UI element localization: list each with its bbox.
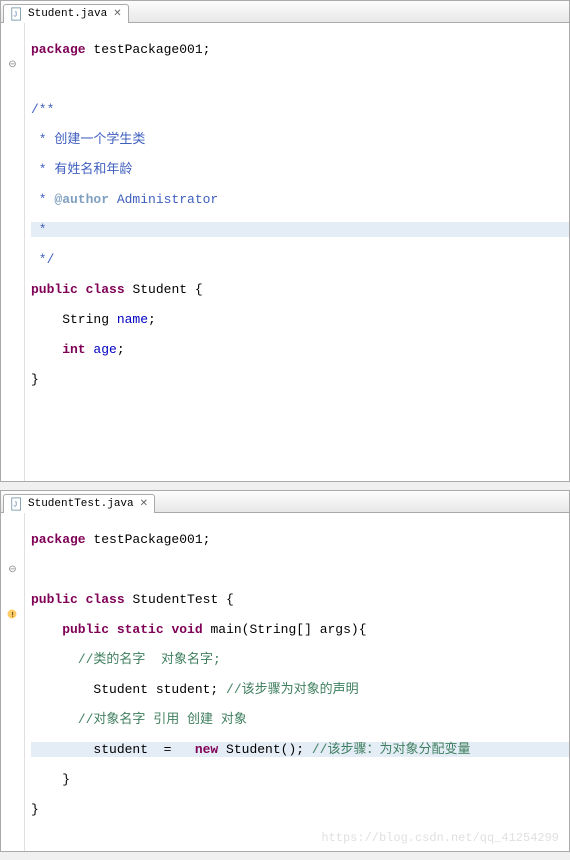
- close-icon[interactable]: ✕: [113, 8, 121, 20]
- keyword: static: [117, 622, 164, 637]
- comment: //对象名字 引用 创建 对象: [78, 712, 247, 727]
- keyword: public: [31, 592, 78, 607]
- text: Student {: [125, 282, 203, 297]
- keyword: void: [171, 622, 202, 637]
- fold-toggle-icon[interactable]: ⊖: [8, 564, 16, 576]
- keyword: package: [31, 532, 86, 547]
- javadoc: *: [31, 132, 54, 147]
- javadoc: */: [31, 252, 54, 267]
- editor-pane-student: J Student.java ✕ ⊖ package testPackage00…: [0, 0, 570, 482]
- field: name: [117, 312, 148, 327]
- comment: //该步骤：为对象分配变量: [312, 742, 471, 757]
- text: ;: [148, 312, 156, 327]
- text: ;: [117, 342, 125, 357]
- comment: //类的名字 对象名字;: [78, 652, 221, 667]
- keyword: new: [195, 742, 218, 757]
- keyword: package: [31, 42, 86, 57]
- keyword: class: [86, 282, 125, 297]
- tab-student-java[interactable]: J Student.java ✕: [3, 4, 129, 23]
- text: main(String[] args){: [203, 622, 367, 637]
- javadoc-tag: @author: [54, 192, 109, 207]
- javadoc: *: [31, 222, 47, 237]
- javadoc: Administrator: [109, 192, 218, 207]
- javadoc: *: [31, 162, 54, 177]
- gutter: ⊖: [1, 23, 25, 481]
- text: testPackage001;: [86, 42, 211, 57]
- text: student =: [31, 742, 195, 757]
- tab-studenttest-java[interactable]: J StudentTest.java ✕: [3, 494, 155, 513]
- tab-title: Student.java: [28, 8, 107, 20]
- text: }: [31, 372, 569, 387]
- warning-icon[interactable]: !: [6, 608, 20, 622]
- javadoc: /**: [31, 102, 54, 117]
- keyword: public: [31, 282, 78, 297]
- tab-bar: J StudentTest.java ✕: [1, 491, 569, 513]
- java-file-icon: J: [10, 7, 24, 21]
- javadoc: *: [31, 192, 54, 207]
- text: Student();: [218, 742, 312, 757]
- text: String: [31, 312, 117, 327]
- keyword: class: [86, 592, 125, 607]
- comment: //该步骤为对象的声明: [226, 682, 359, 697]
- close-icon[interactable]: ✕: [140, 498, 148, 510]
- code-area[interactable]: package testPackage001; /** * 创建一个学生类 * …: [25, 23, 569, 481]
- blank-line: [31, 562, 569, 577]
- code-area[interactable]: package testPackage001; public class Stu…: [25, 513, 569, 851]
- svg-text:J: J: [14, 502, 18, 509]
- javadoc: 创建一个学生类: [54, 132, 145, 147]
- tab-bar: J Student.java ✕: [1, 1, 569, 23]
- code-editor-1[interactable]: ⊖ package testPackage001; /** * 创建一个学生类 …: [1, 23, 569, 481]
- fold-toggle-icon[interactable]: ⊖: [8, 59, 16, 71]
- javadoc: 有姓名和年龄: [54, 162, 132, 177]
- gutter: ⊖ !: [1, 513, 25, 851]
- editor-pane-studenttest: J StudentTest.java ✕ ⊖ ! package testPac…: [0, 490, 570, 852]
- text: Student student;: [31, 682, 226, 697]
- text: StudentTest {: [125, 592, 234, 607]
- tab-title: StudentTest.java: [28, 498, 134, 510]
- code-editor-2[interactable]: ⊖ ! package testPackage001; public class…: [1, 513, 569, 851]
- svg-text:J: J: [14, 12, 18, 19]
- keyword: public: [31, 622, 109, 637]
- text: testPackage001;: [86, 532, 211, 547]
- text: }: [31, 802, 569, 817]
- keyword: int: [31, 342, 86, 357]
- svg-text:!: !: [10, 612, 15, 620]
- indent: [31, 712, 78, 727]
- blank-line: [31, 72, 569, 87]
- text: }: [31, 772, 569, 787]
- field: age: [86, 342, 117, 357]
- indent: [31, 652, 78, 667]
- java-file-icon: J: [10, 497, 24, 511]
